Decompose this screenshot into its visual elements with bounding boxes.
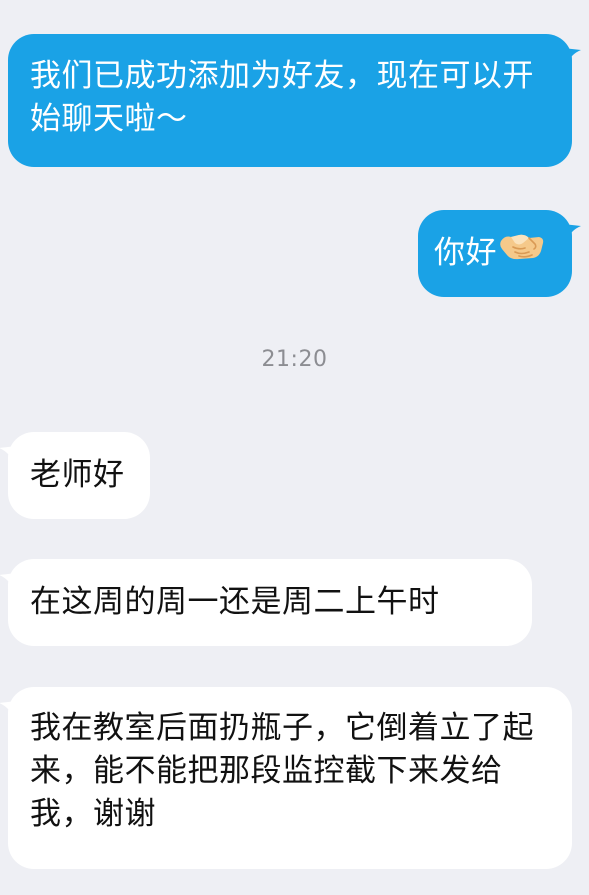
chat-thread: 我们已成功添加为好友，现在可以开始聊天啦～ 你好 21:20 老师好 在这周的周…: [0, 0, 589, 895]
message-timestamp: 21:20: [261, 347, 328, 372]
message-text: 在这周的周一还是周二上午时: [30, 584, 440, 620]
handshake-emoji-icon: [499, 229, 545, 275]
message-text: 我在教室后面扔瓶子，它倒着立了起来，能不能把那段监控截下来发给我，谢谢: [30, 710, 534, 832]
bubble-tail: [563, 48, 581, 64]
message-text: 老师好: [30, 457, 125, 493]
message-bubble-sent[interactable]: 你好: [418, 210, 581, 297]
message-text: 我们已成功添加为好友，现在可以开始聊天啦～: [30, 58, 534, 137]
message-bubble-received[interactable]: 在这周的周一还是周二上午时: [0, 559, 532, 646]
message-bubble-received[interactable]: 老师好: [0, 432, 150, 519]
bubble-tail: [0, 573, 17, 589]
bubble-tail: [563, 224, 581, 240]
message-bubble-received[interactable]: 我在教室后面扔瓶子，它倒着立了起来，能不能把那段监控截下来发给我，谢谢: [0, 687, 572, 869]
message-bubble-sent[interactable]: 我们已成功添加为好友，现在可以开始聊天啦～: [8, 34, 581, 167]
bubble-tail: [0, 701, 17, 717]
message-text: 你好: [434, 235, 497, 271]
bubble-tail: [0, 446, 17, 462]
